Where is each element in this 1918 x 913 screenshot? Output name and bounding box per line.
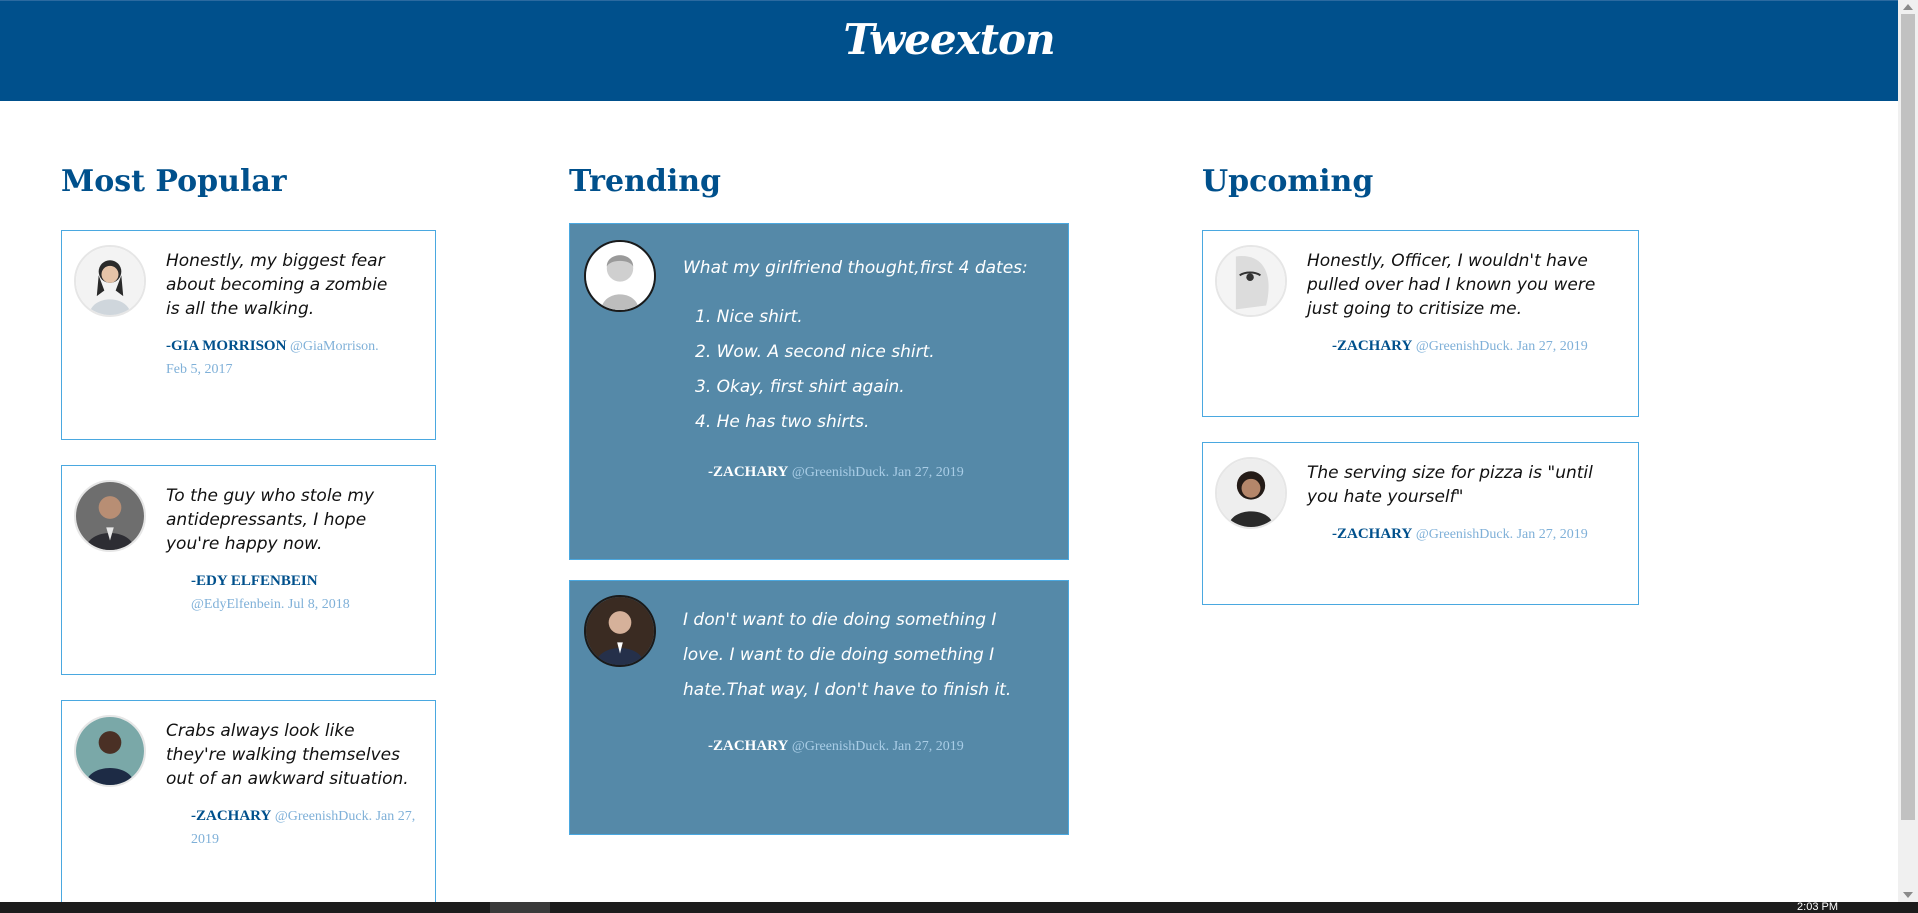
tweet-handle[interactable]: @GreenishDuck. xyxy=(792,739,889,754)
tweet-card[interactable]: To the guy who stole my antidepressants,… xyxy=(61,465,436,675)
list-item: 4. He has two shirts. xyxy=(695,412,870,432)
tweet-author[interactable]: -ZACHARY xyxy=(1332,526,1412,542)
avatar[interactable] xyxy=(1215,457,1287,529)
scroll-thumb[interactable] xyxy=(1901,14,1915,820)
tweet-meta: -ZACHARY @GreenishDuck. Jan 27, 2019 xyxy=(1332,335,1632,358)
tweet-handle[interactable]: @GreenishDuck. xyxy=(792,465,889,480)
tweet-text: Honestly, Officer, I wouldn't have pulle… xyxy=(1307,251,1596,319)
avatar-icon xyxy=(1217,459,1285,527)
tweet-date: Jul 8, 2018 xyxy=(287,597,350,612)
os-taskbar: 2:03 PM xyxy=(0,902,1918,913)
tweet-meta: -ZACHARY @GreenishDuck. Jan 27, 2019 xyxy=(191,805,416,851)
tweet-date: Feb 5, 2017 xyxy=(166,362,233,377)
avatar[interactable] xyxy=(584,240,656,312)
tweet-handle[interactable]: @GreenishDuck. xyxy=(1416,527,1513,542)
taskbar-clock: 2:03 PM xyxy=(1797,901,1838,913)
avatar-icon xyxy=(76,247,144,315)
tweet-author[interactable]: -ZACHARY xyxy=(708,464,788,480)
avatar[interactable] xyxy=(74,480,146,552)
tweet-text: Honestly, my biggest fear about becoming… xyxy=(166,251,388,319)
brand-logo[interactable]: Tweexton xyxy=(0,15,1898,64)
avatar-icon xyxy=(76,482,144,550)
scroll-down-icon[interactable] xyxy=(1903,892,1913,898)
tweet-card[interactable]: Crabs always look like they're walking t… xyxy=(61,700,436,910)
trending-tweet-card[interactable]: I don't want to die doing something I lo… xyxy=(569,580,1069,835)
tweet-date: Jan 27, 2019 xyxy=(1516,527,1588,542)
tweet-meta: -ZACHARY @GreenishDuck. Jan 27, 2019 xyxy=(1332,523,1632,546)
page-scrollbar[interactable] xyxy=(1898,0,1918,902)
tweet-card[interactable]: The serving size for pizza is "until you… xyxy=(1202,442,1639,605)
avatar[interactable] xyxy=(74,245,146,317)
tweet-author[interactable]: -ZACHARY xyxy=(708,738,788,754)
tweet-date: Jan 27, 2019 xyxy=(892,739,964,754)
tweet-meta: -ZACHARY @GreenishDuck. Jan 27, 2019 xyxy=(708,461,1048,484)
most-popular-heading: Most Popular xyxy=(61,164,287,199)
avatar-icon xyxy=(76,717,144,785)
list-item: 2. Wow. A second nice shirt. xyxy=(695,342,935,362)
tweet-handle[interactable]: @GiaMorrison. xyxy=(290,339,379,354)
tweet-text: The serving size for pizza is "until you… xyxy=(1307,463,1593,507)
tweet-meta: -GIA MORRISON @GiaMorrison. Feb 5, 2017 xyxy=(166,335,396,381)
tweet-author[interactable]: -ZACHARY xyxy=(1332,338,1412,354)
avatar-icon xyxy=(586,597,654,665)
list-item: 1. Nice shirt. xyxy=(695,307,803,327)
tweet-author[interactable]: -EDY ELFENBEIN xyxy=(191,573,318,589)
tweet-date: Jan 27, 2019 xyxy=(892,465,964,480)
tweet-text: To the guy who stole my antidepressants,… xyxy=(166,486,375,554)
taskbar-active-app[interactable] xyxy=(490,902,550,913)
tweet-author[interactable]: -GIA MORRISON xyxy=(166,338,286,354)
tweet-card[interactable]: Honestly, Officer, I wouldn't have pulle… xyxy=(1202,230,1639,417)
tweet-handle[interactable]: @GreenishDuck. xyxy=(275,809,372,824)
avatar[interactable] xyxy=(584,595,656,667)
scroll-up-icon[interactable] xyxy=(1903,4,1913,10)
avatar[interactable] xyxy=(1215,245,1287,317)
tweet-text: Crabs always look like they're walking t… xyxy=(166,721,409,789)
trending-tweet-card[interactable]: What my girlfriend thought,first 4 dates… xyxy=(569,223,1069,560)
tweet-author[interactable]: -ZACHARY xyxy=(191,808,271,824)
tweet-meta: -EDY ELFENBEIN @EdyElfenbein. Jul 8, 201… xyxy=(191,570,401,616)
tweet-list: 1. Nice shirt. 2. Wow. A second nice shi… xyxy=(695,300,1035,440)
avatar-icon xyxy=(586,242,654,310)
tweet-card[interactable]: Honestly, my biggest fear about becoming… xyxy=(61,230,436,440)
tweet-text: What my girlfriend thought,first 4 dates… xyxy=(683,258,1028,278)
avatar[interactable] xyxy=(74,715,146,787)
upcoming-heading: Upcoming xyxy=(1202,164,1374,199)
trending-heading: Trending xyxy=(569,164,722,199)
list-item: 3. Okay, first shirt again. xyxy=(695,377,905,397)
avatar-icon xyxy=(1217,247,1285,315)
tweet-handle[interactable]: @GreenishDuck. xyxy=(1416,339,1513,354)
tweet-handle[interactable]: @EdyElfenbein. xyxy=(191,597,284,612)
tweet-meta: -ZACHARY @GreenishDuck. Jan 27, 2019 xyxy=(708,735,1048,758)
tweet-date: Jan 27, 2019 xyxy=(1516,339,1588,354)
tweet-text: I don't want to die doing something I lo… xyxy=(683,610,1012,700)
site-header: Tweexton xyxy=(0,0,1898,101)
